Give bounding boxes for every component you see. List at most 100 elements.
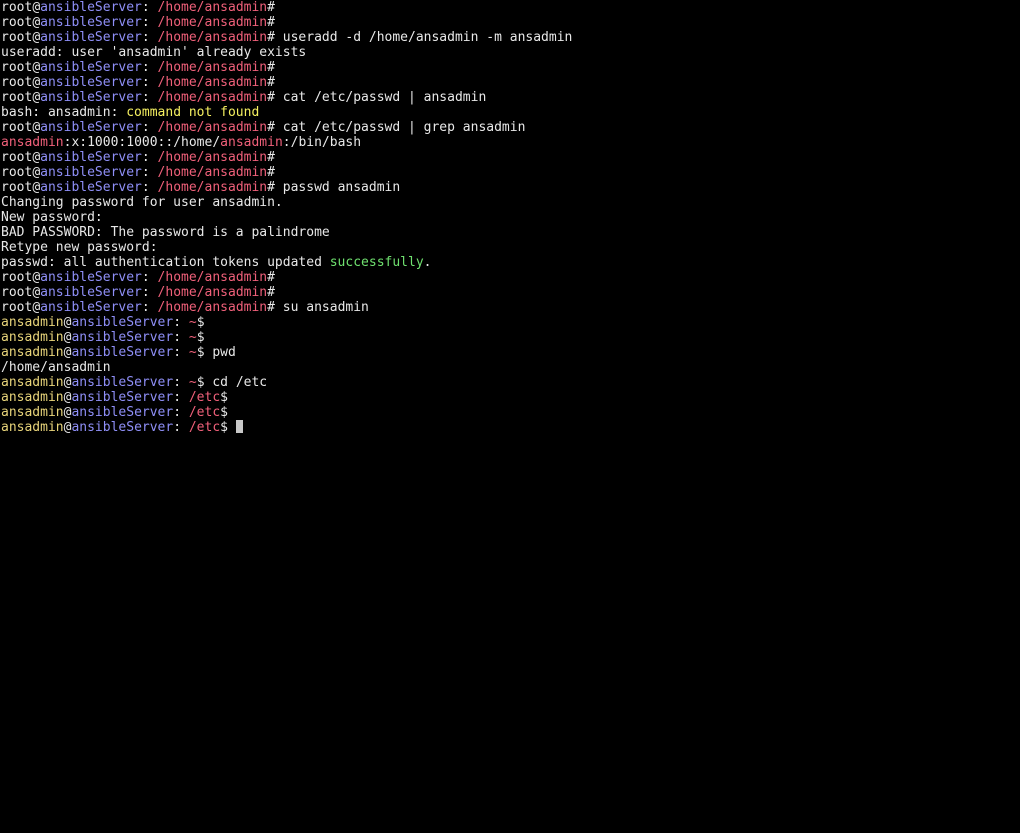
terminal-text-segment: /home/ansadmin bbox=[157, 90, 268, 105]
terminal-text-segment: root bbox=[1, 120, 33, 135]
terminal-text-segment: @ bbox=[32, 300, 41, 315]
terminal-line: Retype new password: bbox=[1, 240, 1020, 255]
terminal-text-segment: ansadmin bbox=[1, 135, 64, 150]
terminal-text-segment: /home/ansadmin bbox=[157, 0, 268, 15]
terminal-text-segment: ~ bbox=[188, 315, 197, 330]
terminal-text-segment: @ bbox=[32, 180, 41, 195]
terminal-text-segment: : bbox=[141, 165, 158, 180]
terminal-line: root@ansibleServer: /home/ansadmin# bbox=[1, 60, 1020, 75]
terminal-text-segment: : bbox=[141, 75, 158, 90]
terminal-line: root@ansibleServer: /home/ansadmin# user… bbox=[1, 30, 1020, 45]
terminal-line: root@ansibleServer: /home/ansadmin# bbox=[1, 150, 1020, 165]
terminal-text-segment: # bbox=[267, 165, 275, 180]
terminal-text-segment: ansibleServer bbox=[40, 90, 142, 105]
terminal-text-segment: /home/ansadmin bbox=[157, 300, 268, 315]
terminal-text-segment: ansibleServer bbox=[40, 165, 142, 180]
terminal-text-segment: /etc bbox=[188, 420, 221, 435]
terminal-text-segment: # cat /etc/passwd | grep ansadmin bbox=[267, 120, 526, 135]
terminal-text-segment: root bbox=[1, 0, 33, 15]
terminal-text-segment: ansadmin bbox=[1, 420, 64, 435]
terminal-text-segment: # bbox=[267, 60, 275, 75]
terminal-line: root@ansibleServer: /home/ansadmin# bbox=[1, 0, 1020, 15]
terminal-text-segment: :x:1000:1000::/home/ bbox=[63, 135, 221, 150]
terminal-text-segment: # bbox=[267, 150, 275, 165]
terminal-line: ansadmin@ansibleServer: ~$ cd /etc bbox=[1, 375, 1020, 390]
terminal-text-segment: /home/ansadmin bbox=[1, 360, 111, 375]
terminal-text-segment: @ bbox=[32, 165, 41, 180]
terminal-text-segment: $ bbox=[196, 315, 205, 330]
terminal-text-segment: root bbox=[1, 300, 33, 315]
terminal-line: Changing password for user ansadmin. bbox=[1, 195, 1020, 210]
terminal-text-segment: /home/ansadmin bbox=[157, 285, 268, 300]
terminal-line: /home/ansadmin bbox=[1, 360, 1020, 375]
terminal-text-segment: : bbox=[141, 270, 158, 285]
terminal-text-segment: BAD PASSWORD: The password is a palindro… bbox=[1, 225, 330, 240]
terminal-text-segment: ansadmin bbox=[220, 135, 283, 150]
terminal-line: New password: bbox=[1, 210, 1020, 225]
terminal-line: bash: ansadmin: command not found bbox=[1, 105, 1020, 120]
terminal-text-segment: : bbox=[173, 420, 189, 435]
terminal-text-segment: $ bbox=[220, 405, 228, 420]
terminal-text-segment: ~ bbox=[188, 375, 197, 390]
terminal-text-segment: @ bbox=[32, 285, 41, 300]
terminal-text-segment: ansibleServer bbox=[40, 60, 142, 75]
terminal-text-segment: passwd: all authentication tokens update… bbox=[1, 255, 330, 270]
terminal-text-segment: ansibleServer bbox=[40, 180, 142, 195]
terminal-text-segment: command not found bbox=[126, 105, 260, 120]
terminal-text-segment: ansibleServer bbox=[40, 30, 142, 45]
terminal-text-segment: ansadmin bbox=[1, 375, 64, 390]
terminal-text-segment: root bbox=[1, 90, 33, 105]
terminal-text-segment: ansadmin bbox=[1, 345, 64, 360]
terminal-line: passwd: all authentication tokens update… bbox=[1, 255, 1020, 270]
terminal-text-segment: @ bbox=[32, 30, 41, 45]
terminal-text-segment: ansadmin bbox=[1, 315, 64, 330]
terminal-text-segment: ansadmin bbox=[1, 405, 64, 420]
terminal-line: root@ansibleServer: /home/ansadmin# bbox=[1, 165, 1020, 180]
terminal-text-segment: ansibleServer bbox=[40, 15, 142, 30]
terminal-text-segment: . bbox=[423, 255, 432, 270]
terminal-text-segment: ansibleServer bbox=[71, 330, 174, 345]
terminal-text-segment: @ bbox=[32, 15, 41, 30]
terminal-text-segment: @ bbox=[32, 90, 41, 105]
terminal-text-segment: : bbox=[173, 405, 189, 420]
terminal-text-segment: /etc bbox=[188, 405, 221, 420]
terminal-line: root@ansibleServer: /home/ansadmin# cat … bbox=[1, 90, 1020, 105]
terminal-line: ansadmin@ansibleServer: ~$ bbox=[1, 315, 1020, 330]
terminal-text-segment: ansibleServer bbox=[71, 315, 174, 330]
terminal-text-segment: : bbox=[141, 180, 158, 195]
terminal-text-segment: ~ bbox=[188, 330, 197, 345]
terminal-text-segment: : bbox=[173, 345, 189, 360]
terminal-text-segment: /home/ansadmin bbox=[157, 165, 268, 180]
terminal-line: useradd: user 'ansadmin' already exists bbox=[1, 45, 1020, 60]
terminal-text-segment: root bbox=[1, 15, 33, 30]
terminal-text-segment: : bbox=[141, 150, 158, 165]
terminal-text-segment: ansibleServer bbox=[40, 270, 142, 285]
terminal-text-segment: ansibleServer bbox=[40, 150, 142, 165]
terminal-text-segment: @ bbox=[32, 150, 41, 165]
terminal-text-segment: :/bin/bash bbox=[282, 135, 362, 150]
terminal-text-segment: ansibleServer bbox=[40, 285, 142, 300]
terminal-text-segment: /home/ansadmin bbox=[157, 150, 268, 165]
terminal-text-segment: : bbox=[141, 15, 158, 30]
terminal-line: ansadmin@ansibleServer: ~$ bbox=[1, 330, 1020, 345]
terminal-text-segment: ansibleServer bbox=[71, 345, 174, 360]
terminal-text-segment: ansadmin bbox=[1, 330, 64, 345]
terminal-text-segment: ansibleServer bbox=[71, 390, 174, 405]
terminal-text-segment: @ bbox=[32, 270, 41, 285]
terminal-text-segment: ansibleServer bbox=[40, 0, 142, 15]
terminal-line: ansadmin@ansibleServer: /etc$ bbox=[1, 420, 1020, 435]
terminal-text-segment: ansibleServer bbox=[40, 75, 142, 90]
terminal-line: root@ansibleServer: /home/ansadmin# pass… bbox=[1, 180, 1020, 195]
terminal-text-segment: : bbox=[173, 315, 189, 330]
terminal-line: root@ansibleServer: /home/ansadmin# bbox=[1, 285, 1020, 300]
terminal-text-segment: /home/ansadmin bbox=[157, 270, 268, 285]
terminal-text-segment: @ bbox=[32, 0, 41, 15]
terminal-text-segment: : bbox=[173, 375, 189, 390]
terminal-line: ansadmin@ansibleServer: ~$ pwd bbox=[1, 345, 1020, 360]
terminal-text-segment: ansibleServer bbox=[40, 120, 142, 135]
terminal-line: root@ansibleServer: /home/ansadmin# bbox=[1, 270, 1020, 285]
terminal-text-segment: root bbox=[1, 60, 33, 75]
terminal-line: root@ansibleServer: /home/ansadmin# bbox=[1, 75, 1020, 90]
terminal-text-segment: # passwd ansadmin bbox=[267, 180, 401, 195]
terminal-window[interactable]: root@ansibleServer: /home/ansadmin# root@… bbox=[0, 0, 1020, 833]
